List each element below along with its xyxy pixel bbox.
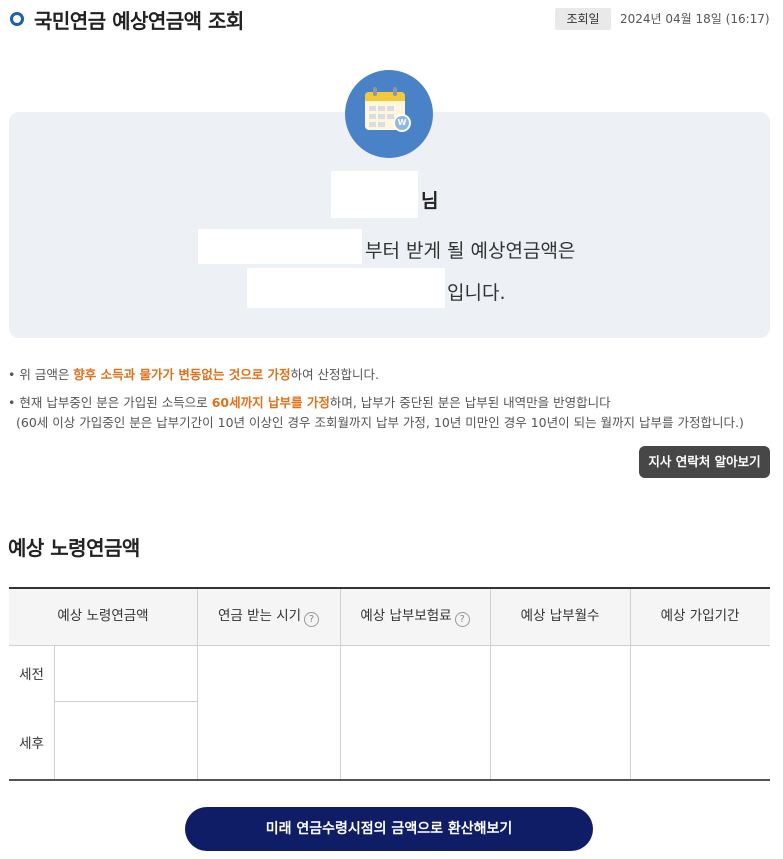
branch-contact-button[interactable]: 지사 연락처 알아보기 bbox=[639, 446, 770, 478]
header-enrollment-period: 예상 가입기간 bbox=[660, 608, 740, 624]
row-label-after-tax: 세후 bbox=[19, 736, 44, 752]
note-assumption: • 위 금액은 향후 소득과 물가가 변동없는 것으로 가정하여 산정합니다. bbox=[8, 367, 380, 382]
redacted-start-date bbox=[198, 229, 362, 264]
section-title: 예상 노령연금액 bbox=[8, 536, 140, 560]
amount-text: 입니다. bbox=[447, 282, 506, 304]
header-payment-months: 예상 납부월수 bbox=[520, 608, 600, 624]
name-suffix: 님 bbox=[421, 190, 439, 212]
redacted-amount bbox=[247, 268, 445, 308]
note-highlight: 향후 소득과 물가가 변동없는 것으로 가정 bbox=[73, 367, 291, 382]
page-header: 국민연금 예상연금액 조회 조회일 2024년 04월 18일 (16:17) bbox=[10, 4, 775, 34]
help-icon[interactable]: ? bbox=[454, 612, 470, 627]
note-over-60: (60세 이상 가입중인 분은 납부기간이 10년 이상인 경우 조회월까지 납… bbox=[16, 415, 744, 430]
row-label-pre-tax: 세전 bbox=[19, 667, 44, 683]
header-receipt-time: 연금 받는 시기? bbox=[197, 589, 340, 646]
header-old-age-pension: 예상 노령연금액 bbox=[57, 608, 149, 624]
title-bullet-icon bbox=[10, 12, 24, 26]
pension-table: 예상 노령연금액 연금 받는 시기? 예상 납부보험료? 예상 납부월수 예상 … bbox=[9, 587, 770, 781]
query-date: 2024년 04월 18일 (16:17) bbox=[620, 12, 770, 26]
calendar-icon: W bbox=[345, 70, 433, 158]
redacted-name bbox=[331, 171, 418, 218]
query-date-badge: 조회일 bbox=[555, 8, 611, 30]
header-premium: 예상 납부보험료? bbox=[340, 589, 490, 646]
page-title: 국민연금 예상연금액 조회 bbox=[34, 9, 244, 33]
note-payment: • 현재 납부중인 분은 가입된 소득으로 60세까지 납부를 가정하며, 납부… bbox=[8, 395, 611, 410]
convert-future-value-button[interactable]: 미래 연금수령시점의 금액으로 환산해보기 bbox=[185, 807, 593, 851]
start-date-text: 부터 받게 될 예상연금액은 bbox=[365, 240, 576, 262]
note-highlight: 60세까지 납부를 가정 bbox=[211, 395, 330, 410]
help-icon[interactable]: ? bbox=[304, 612, 320, 627]
money-bag-icon: W bbox=[393, 114, 411, 132]
